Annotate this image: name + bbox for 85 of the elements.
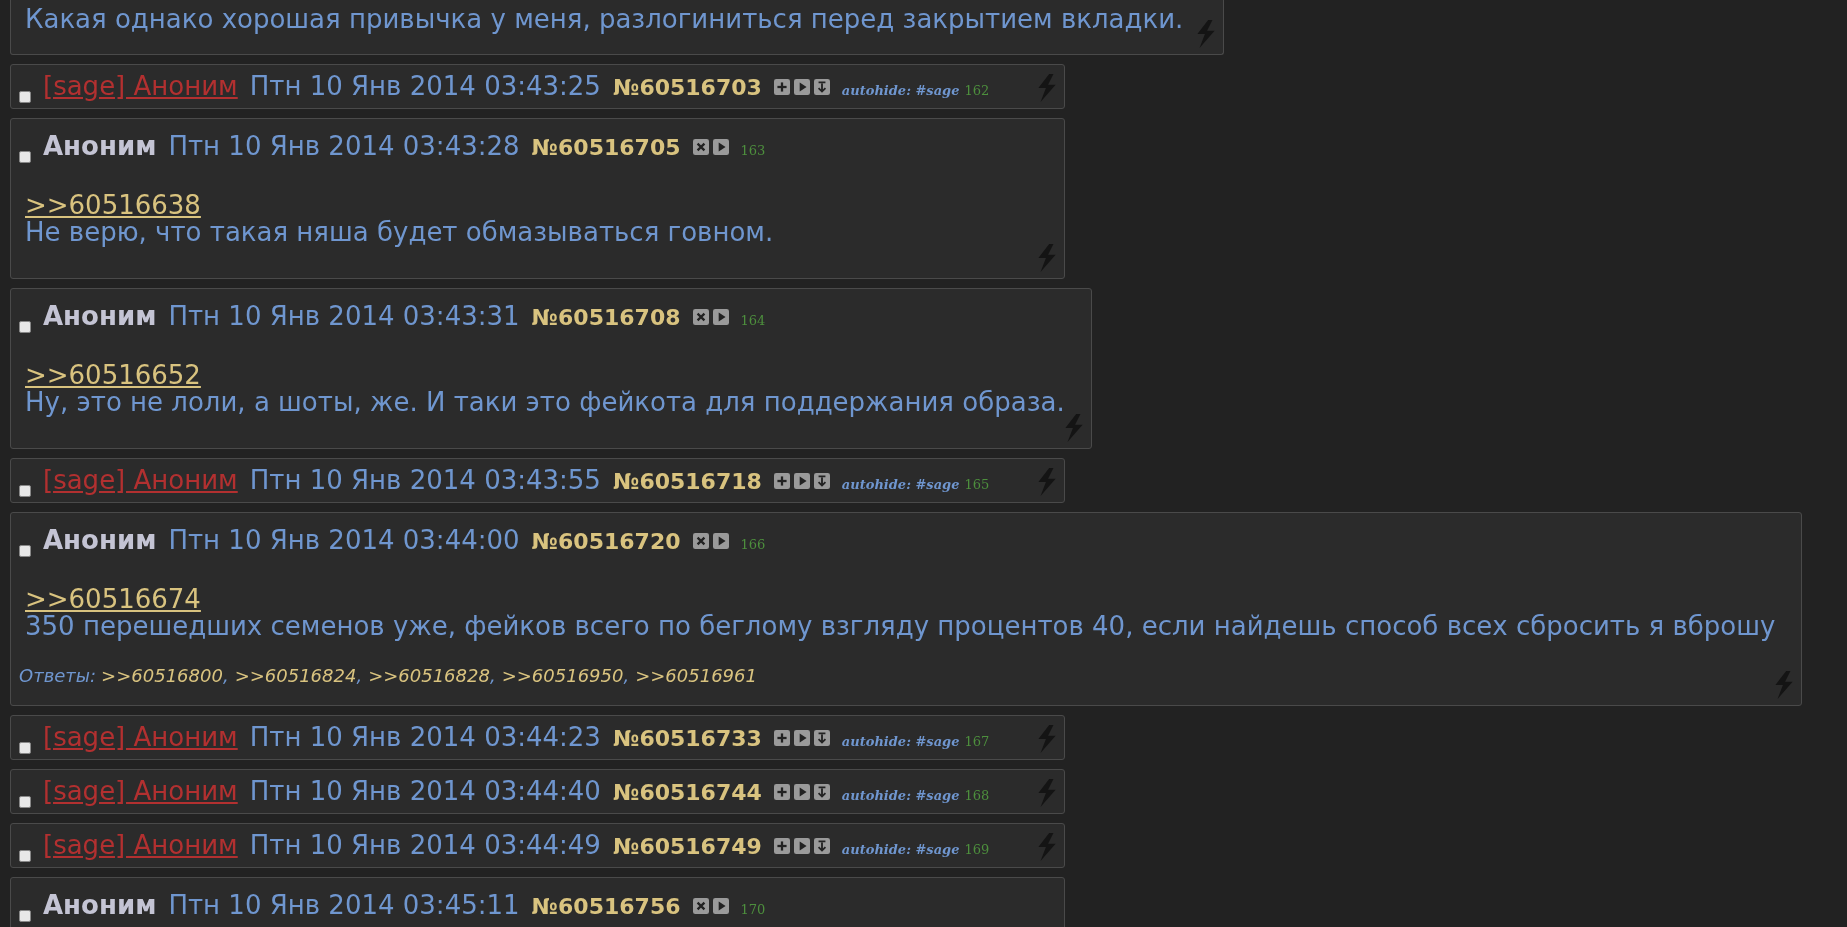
poster-name: [sage] Аноним [43,775,238,808]
post-count: 166 [740,536,766,554]
plus-icon[interactable] [773,472,790,489]
checkbox[interactable] [19,321,31,333]
post-text: Не верю, что такая няша будет обмазываться говном. [25,219,775,246]
reply-link[interactable]: >>60516674 [25,586,201,613]
post-count: 162 [964,82,990,100]
post-date: Птн 10 Янв 2014 03:44:49 [249,829,601,862]
poster-name: [sage] Аноним [43,70,238,103]
post-number[interactable]: №60516708 [531,301,681,334]
comma: , [623,664,630,688]
post-number[interactable]: №60516718 [612,465,762,498]
post-number[interactable]: №60516733 [612,722,762,755]
post-count: 169 [964,841,990,859]
poster-name: [sage] Аноним [43,464,238,497]
post-date: Птн 10 Янв 2014 03:43:31 [168,300,520,333]
checkbox[interactable] [19,91,31,103]
post-number[interactable]: №60516720 [531,525,681,558]
checkbox[interactable] [19,742,31,754]
close-icon[interactable] [692,897,709,914]
close-icon[interactable] [692,308,709,325]
play-icon[interactable] [712,532,729,549]
autohide-label: autohide: #sage [841,733,960,751]
reply-link[interactable]: >>60516800 [101,662,223,689]
play-icon[interactable] [712,897,729,914]
post-number[interactable]: №60516744 [612,776,762,809]
reply-link[interactable]: >>60516828 [368,662,490,689]
reply-link[interactable]: >>60516824 [234,662,357,689]
post-count: 167 [964,733,990,751]
play-icon[interactable] [793,472,810,489]
checkbox[interactable] [19,850,31,862]
autohide-label: autohide: #sage [841,841,960,859]
post-text: 350 перешедших семенов уже, фейков всего по беглому взгляду процентов 40, если найдешь способ всех сбросить я вброшу [25,613,1777,640]
post-number[interactable]: №60516703 [612,71,762,104]
post-text: Какая однако хорошая привычка у меня, разлогиниться перед закрытием вкладки. [25,3,1184,36]
play-icon[interactable] [793,837,810,854]
post-text: Ну, это не лоли, а шоты, же. И таки это фейкота для поддержания образа. [25,389,1066,416]
poster-name: Аноним [43,524,157,557]
post-date: Птн 10 Янв 2014 03:44:40 [249,775,601,808]
play-icon[interactable] [793,783,810,800]
plus-icon[interactable] [773,837,790,854]
plus-icon[interactable] [773,729,790,746]
close-icon[interactable] [692,532,709,549]
checkbox[interactable] [19,910,31,922]
reply-link[interactable]: >>60516638 [25,192,201,219]
poster-name: Аноним [43,300,157,333]
reply-link[interactable]: >>60516950 [501,662,624,689]
plus-icon[interactable] [773,783,790,800]
post-date: Птн 10 Янв 2014 03:44:23 [249,721,601,754]
poster-name: Аноним [43,889,157,922]
autohide-label: autohide: #sage [841,476,960,494]
play-icon[interactable] [712,308,729,325]
autohide-label: autohide: #sage [841,82,960,100]
poster-name: Аноним [43,130,157,163]
checkbox[interactable] [19,151,31,163]
post-count: 165 [964,476,990,494]
checkbox[interactable] [19,485,31,497]
post-date: Птн 10 Янв 2014 03:44:00 [168,524,520,557]
autohide-label: autohide: #sage [841,787,960,805]
post-date: Птн 10 Янв 2014 03:43:28 [168,130,520,163]
post-date: Птн 10 Янв 2014 03:43:25 [249,70,601,103]
post-count: 168 [964,787,990,805]
play-icon[interactable] [712,138,729,155]
comma: , [489,664,496,688]
reply-link[interactable]: >>60516652 [25,362,201,389]
plus-icon[interactable] [773,78,790,95]
comma: , [222,664,229,688]
checkbox[interactable] [19,796,31,808]
replies-label: Ответы: [19,664,97,688]
post-count: 163 [740,142,766,160]
post-number[interactable]: №60516749 [612,830,762,863]
post-number[interactable]: №60516705 [531,131,681,164]
post-date: Птн 10 Янв 2014 03:43:55 [249,464,601,497]
poster-name: [sage] Аноним [43,721,238,754]
post-count: 164 [740,312,766,330]
close-icon[interactable] [692,138,709,155]
poster-name: [sage] Аноним [43,829,238,862]
post-count: 170 [740,901,766,919]
reply-link[interactable]: >>60516961 [635,662,757,689]
post-date: Птн 10 Янв 2014 03:45:11 [168,889,520,922]
play-icon[interactable] [793,729,810,746]
play-icon[interactable] [793,78,810,95]
checkbox[interactable] [19,545,31,557]
post-number[interactable]: №60516756 [531,890,681,923]
comma: , [356,664,363,688]
